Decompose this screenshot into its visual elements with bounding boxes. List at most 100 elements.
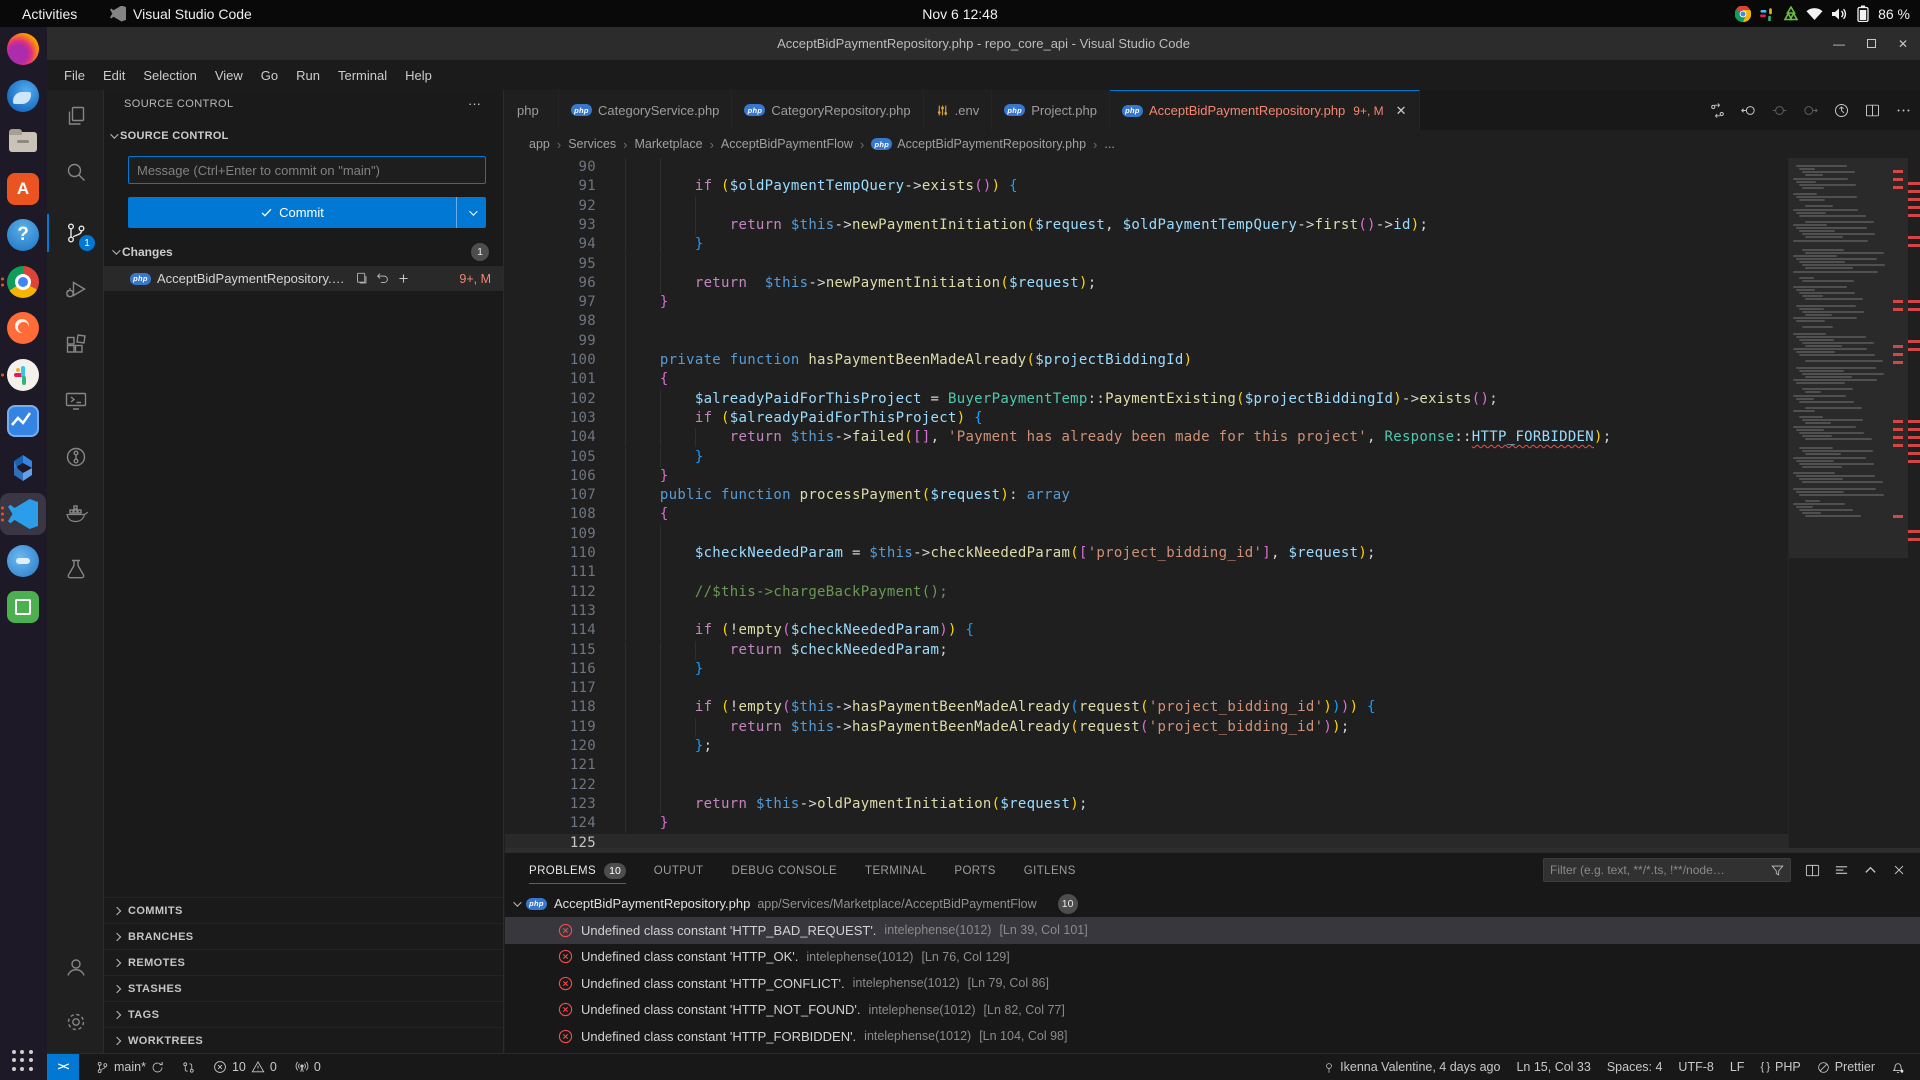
editor-scrollbar[interactable] <box>1908 158 1920 852</box>
tab-categoryrepository-php[interactable]: phpCategoryRepository.php <box>732 90 923 130</box>
extensions-icon[interactable] <box>47 322 104 368</box>
code-line-102[interactable]: 102 $alreadyPaidForThisProject = BuyerPa… <box>505 390 1920 409</box>
menu-file[interactable]: File <box>55 65 94 86</box>
code-line-107[interactable]: 107 public function processPayment($requ… <box>505 486 1920 505</box>
code-line-121[interactable]: 121 <box>505 756 1920 775</box>
view-as-table-icon[interactable] <box>1805 863 1820 878</box>
code-line-113[interactable]: 113 <box>505 602 1920 621</box>
panel-tab-debug-console[interactable]: DEBUG CONSOLE <box>731 853 837 889</box>
problems-file-group-row[interactable]: php AcceptBidPaymentRepository.php app/S… <box>513 891 1920 916</box>
firefox-dock-icon[interactable] <box>6 32 40 66</box>
thunderbird-dock-icon[interactable] <box>6 79 40 113</box>
code-line-90[interactable]: 90 <box>505 158 1920 177</box>
menu-help[interactable]: Help <box>396 65 441 86</box>
system-monitor-dock-icon[interactable] <box>6 404 40 438</box>
problems-filter-input[interactable] <box>1543 858 1791 882</box>
commit-message-input[interactable] <box>128 156 486 184</box>
code-line-99[interactable]: 99 <box>505 332 1920 351</box>
section-worktrees[interactable]: WORKTREES <box>104 1027 503 1053</box>
code-line-94[interactable]: 94 } <box>505 235 1920 254</box>
section-tags[interactable]: TAGS <box>104 1001 503 1027</box>
gitlens-icon[interactable] <box>47 434 104 480</box>
code-line-110[interactable]: 110 $checkNeededParam = $this->checkNeed… <box>505 544 1920 563</box>
code-line-117[interactable]: 117 <box>505 679 1920 698</box>
accounts-icon[interactable] <box>47 944 104 990</box>
code-line-106[interactable]: 106 } <box>505 467 1920 486</box>
breadcrumb-item[interactable]: phpAcceptBidPaymentRepository.php <box>871 137 1086 151</box>
close-tab-icon[interactable]: ✕ <box>1396 103 1407 119</box>
remote-indicator[interactable]: >< <box>47 1054 79 1080</box>
code-line-109[interactable]: 109 <box>505 525 1920 544</box>
code-line-91[interactable]: 91 if ($oldPaymentTempQuery->exists()) { <box>505 177 1920 196</box>
code-line-92[interactable]: 92 <box>505 197 1920 216</box>
maximize-icon[interactable] <box>1864 37 1878 51</box>
commit-dropdown-button[interactable] <box>456 197 486 228</box>
breadcrumb-item[interactable]: Services <box>568 137 616 151</box>
code-line-112[interactable]: 112 //$this->chargeBackPayment(); <box>505 583 1920 602</box>
code-line-98[interactable]: 98 <box>505 312 1920 331</box>
panel-tab-terminal[interactable]: TERMINAL <box>865 853 926 889</box>
problem-row[interactable]: Undefined class constant 'HTTP_CONFLICT'… <box>505 970 1920 997</box>
code-line-100[interactable]: 100 private function hasPaymentBeenMadeA… <box>505 351 1920 370</box>
breadcrumb-item[interactable]: AcceptBidPaymentFlow <box>721 137 853 151</box>
vscode-dock-icon[interactable] <box>6 497 40 531</box>
formatter-status-item[interactable]: Prettier <box>1810 1054 1882 1080</box>
blue-knot-dock-icon[interactable] <box>6 451 40 485</box>
previous-change-icon[interactable] <box>1740 102 1757 119</box>
code-line-118[interactable]: 118 if (!empty($this->hasPaymentBeenMade… <box>505 698 1920 717</box>
stage-changes-icon[interactable] <box>397 272 410 285</box>
section-commits[interactable]: COMMITS <box>104 897 503 923</box>
problem-row[interactable]: Undefined class constant 'HTTP_NOT_FOUND… <box>505 997 1920 1024</box>
cursor-position-status-item[interactable]: Ln 15, Col 33 <box>1509 1054 1597 1080</box>
blue-app-dock-icon[interactable] <box>6 544 40 578</box>
run-debug-icon[interactable] <box>47 266 104 312</box>
breadcrumb[interactable]: app›Services›Marketplace›AcceptBidPaymen… <box>505 130 1920 158</box>
files-dock-icon[interactable] <box>6 125 40 159</box>
green-app-dock-icon[interactable] <box>6 590 40 624</box>
help-dock-icon[interactable]: ? <box>6 218 40 252</box>
eol-status-item[interactable]: LF <box>1723 1054 1752 1080</box>
menu-edit[interactable]: Edit <box>94 65 134 86</box>
code-line-116[interactable]: 116 } <box>505 660 1920 679</box>
section-remotes[interactable]: REMOTES <box>104 949 503 975</box>
code-line-114[interactable]: 114 if (!empty($checkNeededParam)) { <box>505 621 1920 640</box>
code-line-105[interactable]: 105 } <box>505 448 1920 467</box>
notifications-bell-icon[interactable] <box>1884 1054 1912 1080</box>
tab-acceptbidpaymentrepository-php[interactable]: phpAcceptBidPaymentRepository.php9+, M✕ <box>1110 90 1420 130</box>
more-actions-icon[interactable]: ··· <box>468 96 481 111</box>
code-line-95[interactable]: 95 <box>505 255 1920 274</box>
branch-status-item[interactable]: main* <box>89 1060 171 1074</box>
testing-icon[interactable] <box>47 546 104 592</box>
problem-row[interactable]: Undefined class constant 'HTTP_OK'.intel… <box>505 944 1920 971</box>
slack-dock-icon[interactable] <box>6 358 40 392</box>
panel-tab-gitlens[interactable]: GITLENS <box>1024 853 1076 889</box>
problems-status-item[interactable]: 10 0 <box>206 1060 284 1074</box>
explorer-icon[interactable] <box>47 93 104 139</box>
code-line-104[interactable]: 104 return $this->failed([], 'Payment ha… <box>505 428 1920 447</box>
tab-categoryservice-php[interactable]: phpCategoryService.php <box>559 90 732 130</box>
section-branches[interactable]: BRANCHES <box>104 923 503 949</box>
code-line-124[interactable]: 124 } <box>505 814 1920 833</box>
indentation-status-item[interactable]: Spaces: 4 <box>1600 1054 1670 1080</box>
menu-run[interactable]: Run <box>287 65 329 86</box>
settings-gear-icon[interactable] <box>47 999 104 1045</box>
git-blame-status-item[interactable]: Ikenna Valentine, 4 days ago <box>1316 1054 1507 1080</box>
minimize-icon[interactable]: — <box>1832 37 1846 51</box>
code-line-108[interactable]: 108 { <box>505 505 1920 524</box>
code-editor[interactable]: 9091 if ($oldPaymentTempQuery->exists())… <box>505 158 1920 852</box>
breadcrumb-item[interactable]: ... <box>1104 137 1114 151</box>
changed-file-row[interactable]: php AcceptBidPaymentRepository.php 9+, M <box>104 266 503 291</box>
collapse-all-icon[interactable] <box>1834 863 1849 878</box>
menu-view[interactable]: View <box>206 65 252 86</box>
file-history-icon[interactable] <box>1833 102 1850 119</box>
discard-changes-icon[interactable] <box>376 272 389 285</box>
section-stashes[interactable]: STASHES <box>104 975 503 1001</box>
code-line-120[interactable]: 120 }; <box>505 737 1920 756</box>
system-tray[interactable]: 86 % <box>1734 0 1910 27</box>
activities-button[interactable]: Activities <box>14 0 85 27</box>
problem-row[interactable]: Undefined class constant 'HTTP_FORBIDDEN… <box>505 1023 1920 1050</box>
breadcrumb-item[interactable]: app <box>529 137 550 151</box>
chrome-dock-icon[interactable] <box>6 265 40 299</box>
code-line-97[interactable]: 97 } <box>505 293 1920 312</box>
tab-project-php[interactable]: phpProject.php <box>992 90 1110 130</box>
